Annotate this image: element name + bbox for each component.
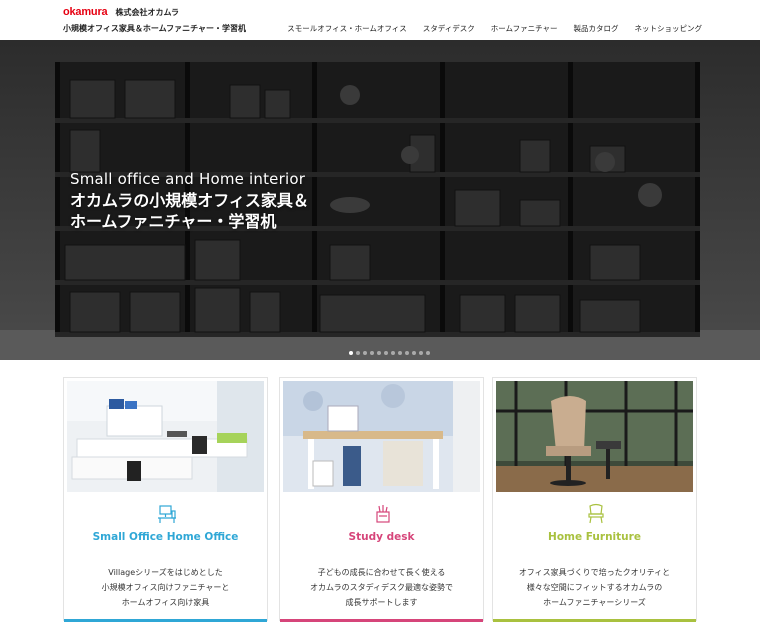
hero-caption: Small office and Home interior オカムラの小規模オ… bbox=[70, 170, 309, 232]
hero-japanese-title: オカムラの小規模オフィス家具＆ ホームファニチャー・学習机 bbox=[70, 190, 309, 232]
slider-dot[interactable] bbox=[412, 351, 416, 355]
slider-dot[interactable] bbox=[384, 351, 388, 355]
desc-line: オフィス家具づくりで培ったクオリティと bbox=[518, 568, 671, 577]
small-office-image[interactable] bbox=[67, 381, 264, 492]
nav-small-office[interactable]: スモールオフィス・ホームオフィス bbox=[287, 23, 406, 34]
card-title-study-desk[interactable]: Study desk bbox=[280, 531, 483, 543]
card-desc-small-office: Villageシリーズをはじめとした 小規模オフィス向けファニチャーと ホームオ… bbox=[64, 565, 267, 610]
desc-line: オカムラのスタディデスク最適な姿勢で bbox=[309, 583, 454, 592]
slider-dot[interactable] bbox=[363, 351, 367, 355]
home-furniture-image[interactable] bbox=[496, 381, 693, 492]
study-desk-image[interactable] bbox=[283, 381, 480, 492]
desc-line: ホームオフィス向け家具 bbox=[121, 598, 210, 607]
desc-line: 様々な空間にフィットするオカムラの bbox=[526, 583, 663, 592]
hero-slider[interactable]: Small office and Home interior オカムラの小規模オ… bbox=[0, 40, 760, 360]
card-title-small-office[interactable]: Small Office Home Office bbox=[64, 531, 267, 543]
card-study-desk[interactable]: Study desk 子どもの成長に合わせて長く使える オカムラのスタディデスク… bbox=[279, 377, 484, 622]
site-title[interactable]: 小規模オフィス家具＆ホームファニチャー・学習机 bbox=[63, 23, 246, 34]
card-home-furniture[interactable]: Home Furniture オフィス家具づくりで培ったクオリティと 様々な空間… bbox=[492, 377, 697, 622]
desc-line: 成長サポートします bbox=[345, 598, 418, 607]
slider-dot[interactable] bbox=[349, 351, 353, 355]
okamura-logo[interactable]: okamura bbox=[63, 6, 108, 18]
slider-dot[interactable] bbox=[377, 351, 381, 355]
site-header: okamura 株式会社オカムラ 小規模オフィス家具＆ホームファニチャー・学習机… bbox=[0, 0, 760, 40]
desc-line: Villageシリーズをはじめとした bbox=[108, 568, 223, 577]
pen-cup-icon bbox=[376, 505, 390, 523]
slider-dot[interactable] bbox=[391, 351, 395, 355]
card-accent-bar bbox=[64, 619, 267, 622]
brand[interactable]: okamura 株式会社オカムラ bbox=[63, 6, 179, 18]
card-small-office[interactable]: Small Office Home Office Villageシリーズをはじめ… bbox=[63, 377, 268, 622]
card-desc-home-furniture: オフィス家具づくりで培ったクオリティと 様々な空間にフィットするオカムラの ホー… bbox=[493, 565, 696, 610]
slider-dot[interactable] bbox=[426, 351, 430, 355]
card-accent-bar bbox=[280, 619, 483, 622]
slider-dot[interactable] bbox=[398, 351, 402, 355]
slider-dot[interactable] bbox=[356, 351, 360, 355]
hero-english-title: Small office and Home interior bbox=[70, 170, 306, 188]
desc-line: ホームファニチャーシリーズ bbox=[543, 598, 646, 607]
slider-dot[interactable] bbox=[419, 351, 423, 355]
company-name: 株式会社オカムラ bbox=[115, 7, 180, 17]
desk-computer-icon bbox=[158, 505, 176, 523]
nav-home-furniture[interactable]: ホームファニチャー bbox=[491, 23, 558, 34]
nav-study-desk[interactable]: スタディデスク bbox=[423, 23, 475, 34]
card-accent-bar bbox=[493, 619, 696, 622]
card-title-home-furniture[interactable]: Home Furniture bbox=[493, 531, 696, 543]
global-nav: スモールオフィス・ホームオフィス スタディデスク ホームファニチャー 製品カタロ… bbox=[287, 23, 702, 34]
slider-dot[interactable] bbox=[405, 351, 409, 355]
nav-catalog[interactable]: 製品カタログ bbox=[574, 23, 619, 34]
hero-title-line-1: オカムラの小規模オフィス家具＆ bbox=[70, 191, 309, 210]
nav-online-shop[interactable]: ネットショッピング bbox=[635, 23, 703, 34]
slider-pagination bbox=[349, 351, 430, 355]
card-desc-study-desk: 子どもの成長に合わせて長く使える オカムラのスタディデスク最適な姿勢で 成長サポ… bbox=[280, 565, 483, 610]
chair-icon bbox=[588, 503, 604, 524]
slider-dot[interactable] bbox=[370, 351, 374, 355]
hero-title-line-2: ホームファニチャー・学習机 bbox=[70, 212, 277, 231]
desc-line: 小規模オフィス向けファニチャーと bbox=[101, 583, 230, 592]
desc-line: 子どもの成長に合わせて長く使える bbox=[317, 568, 446, 577]
